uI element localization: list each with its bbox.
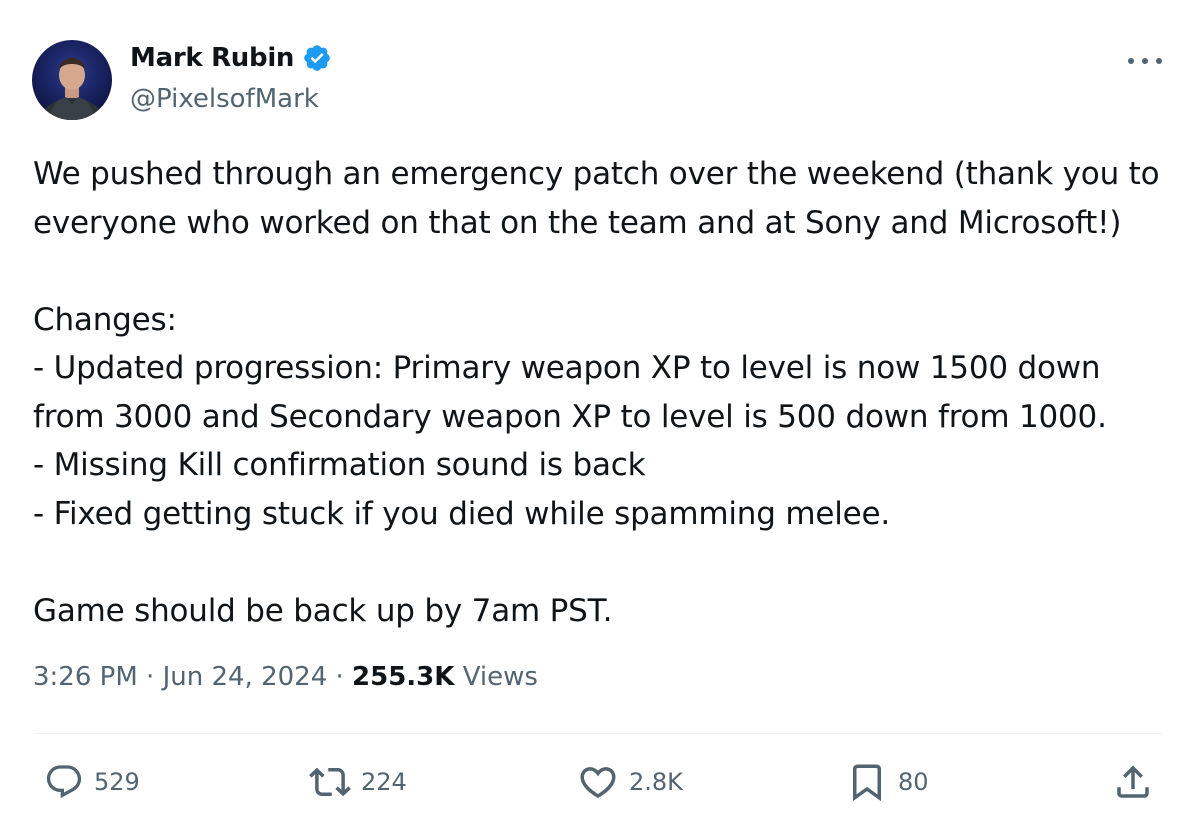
like-icon	[580, 767, 616, 799]
tweet-date[interactable]: Jun 24, 2024	[163, 662, 328, 692]
author-display-name[interactable]: Mark Rubin	[130, 43, 294, 73]
like-button[interactable]: 2.8K	[577, 760, 683, 804]
repost-count: 224	[361, 768, 407, 796]
tweet-card: Mark Rubin @PixelsofMark We pushed throu…	[0, 0, 1190, 822]
reply-button[interactable]: 529	[44, 760, 140, 804]
tweet-line: - Updated progression: Primary weapon XP…	[33, 350, 1101, 386]
meta-separator: ·	[335, 662, 344, 692]
author-handle[interactable]: @PixelsofMark	[130, 84, 319, 114]
more-dot	[1156, 58, 1162, 64]
share-icon	[1117, 765, 1149, 798]
avatar[interactable]	[32, 40, 112, 120]
avatar-image	[42, 58, 102, 120]
action-bar: 529 224 2.8K 80	[44, 760, 1159, 804]
repost-icon	[309, 767, 351, 797]
more-options-icon[interactable]	[1128, 48, 1162, 74]
verified-badge-icon[interactable]	[302, 43, 332, 73]
tweet-line: from 3000 and Secondary weapon XP to lev…	[33, 398, 1107, 435]
like-count: 2.8K	[629, 768, 683, 796]
views-count: 255.3K	[352, 662, 455, 692]
bookmark-button[interactable]: 80	[846, 760, 929, 804]
tweet-line: - Missing Kill confirmation sound is bac…	[33, 447, 646, 483]
tweet-line: Game should be back up by 7am PST.	[33, 592, 613, 629]
tweet-time[interactable]: 3:26 PM	[33, 662, 138, 692]
views-label: Views	[462, 662, 538, 692]
tweet-line: Changes:	[33, 301, 177, 338]
reply-count: 529	[94, 768, 140, 796]
tweet-line	[33, 247, 1168, 296]
bookmark-icon	[853, 764, 881, 802]
repost-button[interactable]: 224	[309, 760, 407, 804]
more-dot	[1142, 58, 1148, 64]
divider	[33, 733, 1163, 734]
more-dot	[1128, 58, 1134, 64]
tweet-line: - Fixed getting stuck if you died while …	[33, 495, 891, 532]
bookmark-count: 80	[898, 768, 929, 796]
meta-separator: ·	[146, 662, 155, 692]
author-name-row: Mark Rubin	[130, 43, 332, 73]
reply-icon	[46, 765, 82, 799]
tweet-meta: 3:26 PM · Jun 24, 2024 · 255.3K Views	[33, 662, 538, 692]
share-button[interactable]	[1112, 760, 1154, 804]
tweet-line: everyone who worked on that on the team …	[33, 204, 1122, 241]
tweet-text: We pushed through an emergency patch ove…	[33, 150, 1168, 635]
tweet-line: We pushed through an emergency patch ove…	[33, 156, 1160, 192]
tweet-line	[33, 538, 1168, 587]
